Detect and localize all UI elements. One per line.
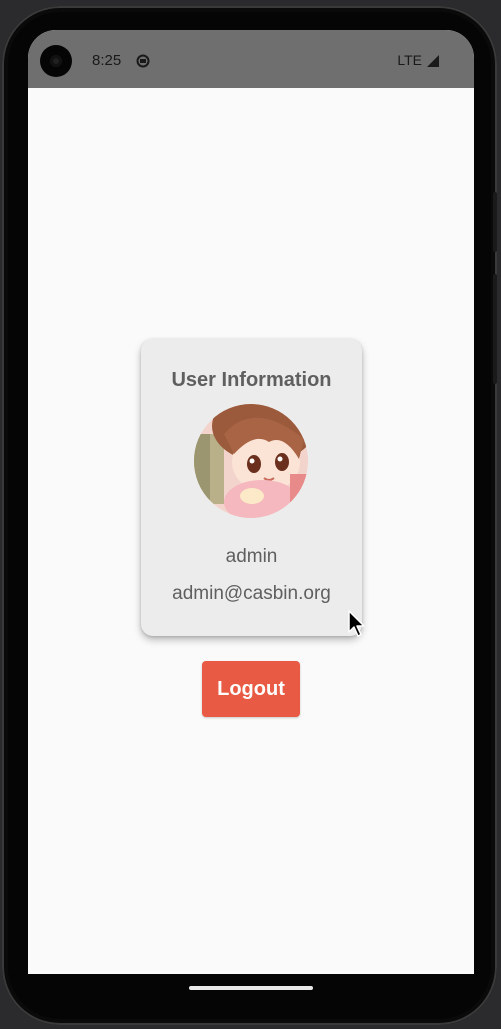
signal-icon — [427, 55, 439, 67]
card-title: User Information — [171, 369, 332, 391]
camera-icon — [40, 45, 72, 77]
power-button — [493, 192, 497, 252]
mouse-cursor-icon — [348, 610, 365, 637]
notification-icon — [136, 54, 150, 68]
status-time: 8:25 — [92, 52, 122, 69]
navigation-bar — [28, 974, 474, 1014]
app-screen: 8:25 LTE User Information admin admin@ca… — [28, 30, 474, 974]
logout-button[interactable]: Logout — [202, 661, 300, 717]
username: admin — [225, 546, 278, 567]
home-handle[interactable] — [189, 986, 313, 990]
user-info-card: User Information admin admin@casbin.org — [141, 339, 362, 636]
network-type: LTE — [397, 52, 422, 68]
status-bar: 8:25 LTE — [28, 30, 474, 88]
user-email: admin@casbin.org — [172, 583, 331, 604]
avatar — [194, 404, 308, 518]
volume-button — [493, 274, 497, 384]
